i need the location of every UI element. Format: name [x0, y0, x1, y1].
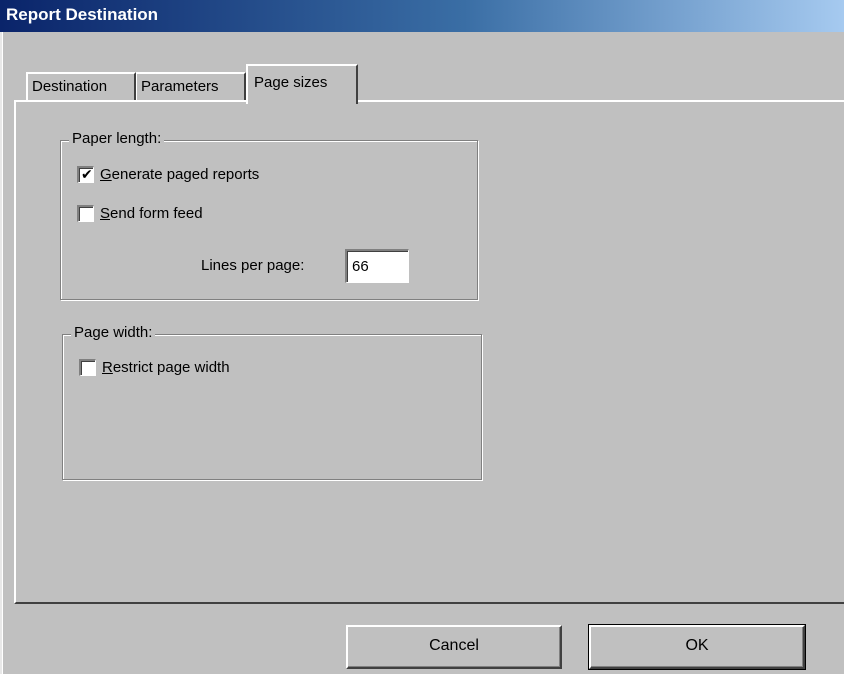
send-form-feed-label: Send form feed	[100, 205, 203, 222]
window-title: Report Destination	[6, 5, 159, 24]
tab-destination-label: Destination	[32, 78, 108, 95]
tab-destination[interactable]: Destination	[26, 72, 136, 102]
generate-paged-reports-checkbox[interactable]: ✔ Generate paged reports	[77, 166, 259, 183]
tab-parameters-label: Parameters	[141, 78, 219, 95]
restrict-page-width-label: Restrict page width	[102, 359, 230, 376]
send-form-feed-box[interactable]	[77, 205, 94, 222]
tab-parameters[interactable]: Parameters	[136, 72, 246, 102]
lines-per-page-value: 66	[352, 258, 369, 275]
paper-length-legend: Paper length:	[69, 130, 165, 147]
ok-button[interactable]: OK	[588, 624, 806, 670]
restrict-page-width-checkbox[interactable]: Restrict page width	[79, 359, 230, 376]
tab-page-sizes[interactable]: Page sizes	[246, 64, 358, 104]
lines-per-page-label: Lines per page:	[201, 257, 305, 274]
generate-paged-reports-label: Generate paged reports	[100, 166, 260, 183]
window-left-edge	[0, 32, 3, 674]
page-width-group: Page width: Restrict page width	[62, 324, 482, 480]
tab-page-sizes-label: Page sizes	[254, 74, 328, 91]
check-mark-icon: ✔	[81, 166, 93, 182]
title-bar[interactable]: Report Destination	[0, 0, 844, 32]
cancel-button[interactable]: Cancel	[346, 625, 562, 669]
send-form-feed-checkbox[interactable]: Send form feed	[77, 205, 203, 222]
lines-per-page-input[interactable]: 66	[345, 249, 409, 283]
page-width-legend: Page width:	[71, 324, 156, 341]
paper-length-group: Paper length: ✔ Generate paged reports S…	[60, 130, 478, 300]
restrict-page-width-box[interactable]	[79, 359, 96, 376]
generate-paged-reports-box[interactable]: ✔	[77, 166, 94, 183]
